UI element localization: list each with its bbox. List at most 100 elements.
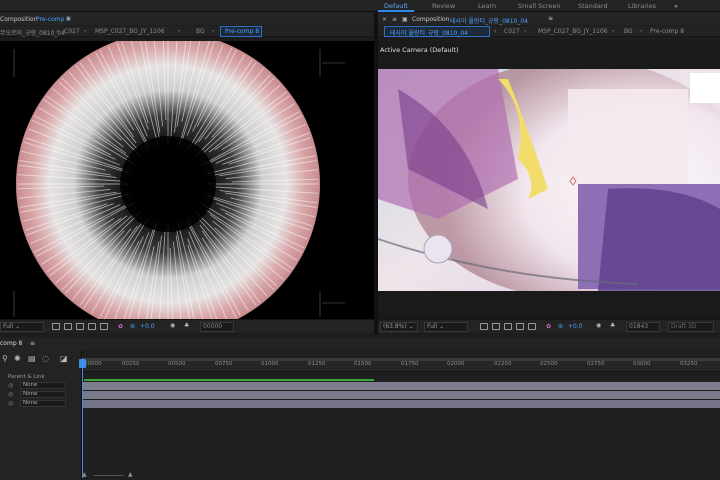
crumb-msp[interactable]: MSP_C027_BG_JY_1106 (538, 28, 608, 35)
crumb-bg[interactable]: BG (196, 28, 205, 35)
exposure-reset-icon[interactable]: ⊛ (558, 323, 563, 330)
layer-bar-1[interactable] (82, 382, 720, 390)
exposure-value[interactable]: +0.0 (140, 323, 155, 330)
workspace-libraries[interactable]: Libraries (628, 2, 656, 10)
right-panel-comp-name: 테사이 율랑티_규랑_0810_04 (450, 18, 528, 25)
region-icon[interactable] (52, 323, 60, 330)
parent-select[interactable]: None (20, 400, 66, 407)
crumb-sep-icon: ‹ (524, 28, 527, 35)
transparency-grid-icon[interactable] (64, 323, 72, 330)
view-options-icon[interactable] (100, 323, 108, 330)
crumb-msp[interactable]: MSP_C027_BG_JY_1106 (95, 28, 165, 35)
motion-blur-icon[interactable]: ◌ (42, 354, 49, 363)
right-composition-viewer[interactable]: Active Camera (Default) (378, 41, 720, 319)
parent-value: None (23, 391, 38, 397)
active-camera-label: Active Camera (Default) (380, 46, 459, 54)
radial-burst-preview (13, 41, 345, 319)
zoom-value: (63.8%) (383, 323, 407, 330)
timeline-zoom-slider[interactable]: ▲ ▲ (82, 471, 142, 478)
crumb-c027[interactable]: C027 (504, 28, 520, 35)
right-timecode[interactable]: 01843 (626, 322, 660, 332)
crumb-precomp[interactable]: Pre-comp 8 (650, 28, 684, 35)
left-composition-viewer[interactable] (0, 41, 374, 319)
playhead-line[interactable] (82, 358, 83, 478)
timeline-tab[interactable]: comp 8 (0, 340, 22, 347)
color-channel-icon[interactable]: ✿ (546, 323, 551, 330)
crumb-sep-icon: ‹ (640, 28, 643, 35)
layer-bar-3[interactable] (82, 400, 720, 408)
view-options-icon[interactable] (528, 323, 536, 330)
render-progress-bar (84, 379, 374, 381)
workspace-small-screen[interactable]: Small Screen (518, 2, 560, 10)
layer-row-3-controls: ◎ None (0, 400, 82, 408)
graph-editor-icon[interactable]: ◪ (60, 354, 68, 363)
right-resolution-value: Full (427, 323, 438, 330)
safe-zone-icon[interactable] (88, 323, 96, 330)
visibility-icon[interactable]: ◎ (8, 382, 13, 389)
crumb-root[interactable]: 테사이 율랑티_규랑_0810_04 (390, 28, 468, 37)
timeline-menu-icon[interactable]: ≡ (30, 340, 35, 347)
crumb-sep-icon: ‹ (56, 28, 59, 35)
tick-label: 02250 (494, 361, 512, 367)
safe-zone-icon[interactable] (516, 323, 524, 330)
tick-label: 02500 (540, 361, 558, 367)
zoom-track[interactable] (94, 475, 124, 476)
layer-row-2-controls: ◎ None (0, 391, 82, 399)
visibility-icon[interactable]: ◎ (8, 391, 13, 398)
visibility-icon[interactable]: ◎ (8, 400, 13, 407)
left-panel-title: Composition (0, 16, 38, 23)
crumb-c027[interactable]: C027 (64, 28, 80, 35)
zoom-in-icon[interactable]: ▲ (128, 471, 133, 478)
snapshot-icon[interactable]: ◉ (596, 322, 601, 329)
tick-label: 02750 (587, 361, 605, 367)
close-icon[interactable]: × (382, 16, 387, 23)
right-viewer-controls: (63.8%) ⌄ Full ⌄ ✿ ⊛ +0.0 ◉ ♣ 01843 Draf… (378, 319, 720, 333)
tick-label: 01500 (354, 361, 372, 367)
left-panel-comp-name: Pre-comp 8 (36, 16, 71, 23)
mask-icon[interactable] (76, 323, 84, 330)
tick-label: 00750 (215, 361, 233, 367)
left-resolution-value: Full (3, 323, 14, 330)
playhead-handle[interactable] (79, 359, 86, 368)
right-panel-options-icon[interactable]: ≡ (548, 15, 553, 22)
snapshot-icon[interactable]: ◉ (170, 322, 175, 329)
comp-flowchart-icon[interactable]: ⚲ (2, 354, 8, 363)
tick-label: 01750 (401, 361, 419, 367)
zoom-out-icon[interactable]: ▲ (82, 471, 87, 478)
exposure-reset-icon[interactable]: ⊛ (130, 323, 135, 330)
right-breadcrumb: 테사이 율랑티_규랑_0810_04 ‹ C027 ‹ MSP_C027_BG_… (378, 26, 720, 37)
show-snapshot-icon[interactable]: ♣ (610, 322, 615, 329)
zoom-select[interactable]: (63.8%) ⌄ (380, 322, 418, 332)
right-resolution-select[interactable]: Full ⌄ (424, 322, 468, 332)
menu-icon[interactable]: ≡ (392, 16, 397, 23)
workspace-default[interactable]: Default (384, 2, 408, 10)
shy-layers-icon[interactable]: ▤ (28, 354, 36, 363)
parent-select[interactable]: None (20, 391, 66, 398)
left-timecode[interactable]: 00000 (200, 322, 234, 332)
parent-select[interactable]: None (20, 382, 66, 389)
draft-3d-toggle[interactable]: Draft 3D (668, 322, 714, 332)
workspace-standard[interactable]: Standard (578, 2, 608, 10)
region-icon[interactable] (480, 323, 488, 330)
show-snapshot-icon[interactable]: ♣ (184, 322, 189, 329)
transparency-grid-icon[interactable] (492, 323, 500, 330)
timeline-panel: ⚲ ✺ ▤ ◌ ◪ Parent & Link 00000 00250 0050… (0, 350, 720, 480)
color-channel-icon[interactable]: ✿ (118, 323, 123, 330)
workspace-learn[interactable]: Learn (478, 2, 496, 10)
timeline-header: comp 8 ≡ (0, 338, 720, 350)
workspace-overflow-icon[interactable]: » (674, 2, 678, 10)
crumb-bg[interactable]: BG (624, 28, 633, 35)
layer-bar-2[interactable] (82, 391, 720, 399)
workspace-review[interactable]: Review (432, 2, 455, 10)
mask-icon[interactable] (504, 323, 512, 330)
left-resolution-select[interactable]: Full ⌄ (0, 322, 44, 332)
lock-icon[interactable]: ▣ (402, 16, 408, 23)
left-panel-menu-icon[interactable]: ≡ (66, 15, 71, 22)
crumb-sep-icon: ‹ (178, 28, 181, 35)
crumb-precomp[interactable]: Pre-comp 8 (225, 28, 259, 35)
draft-3d-icon[interactable]: ✺ (14, 354, 21, 363)
left-panel-header: Composition Pre-comp 8 ≡ (0, 13, 374, 25)
tick-label: 00500 (168, 361, 186, 367)
exposure-value[interactable]: +0.0 (568, 323, 583, 330)
right-panel-header: × ≡ ▣ Composition 테사이 율랑티_규랑_0810_04 ≡ (378, 13, 720, 25)
